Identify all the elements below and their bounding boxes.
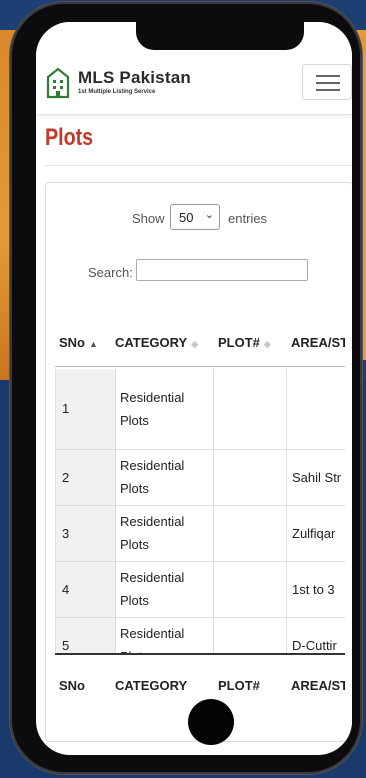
sort-arrows-icon: ◆ — [263, 339, 271, 349]
column-label: AREA/ST — [291, 335, 345, 350]
cell-sno: 4 — [55, 562, 116, 617]
cell-sno: 5 — [55, 618, 116, 654]
column-footer-plot: PLOT# — [218, 678, 260, 693]
column-header-sno[interactable]: SNo ▲ — [59, 335, 98, 350]
column-footer-area: AREA/ST — [291, 678, 345, 693]
entries-select[interactable]: 50 ⌄ — [170, 204, 220, 230]
page-title: Plots — [45, 124, 94, 151]
data-table: SNo ▲ CATEGORY ◆ PLOT# ◆ AREA/ST 1 Resident… — [55, 306, 345, 706]
search-control: Search: — [88, 259, 308, 281]
search-input[interactable] — [136, 259, 308, 281]
footer-divider — [55, 653, 345, 655]
column-header-area[interactable]: AREA/ST — [291, 335, 345, 350]
cell-area: Sahil Str — [292, 470, 342, 485]
cell-sno: 2 — [55, 450, 116, 505]
cell-sno: 1 — [55, 369, 116, 449]
show-label: Show — [132, 211, 165, 226]
table-row[interactable]: 3 Residential Plots Zulfiqar — [55, 506, 345, 562]
cell-plot — [213, 506, 287, 561]
cell-sno: 3 — [55, 506, 116, 561]
phone-frame: MLS Pakistan 1st Multiple Listing Servic… — [10, 2, 362, 774]
cell-category: Residential Plots — [114, 506, 214, 561]
home-button[interactable] — [188, 699, 234, 745]
cell-plot — [213, 618, 287, 654]
cell-category: Residential Plots — [114, 618, 214, 654]
search-label: Search: — [88, 265, 133, 280]
table-row[interactable]: 1 Residential Plots — [55, 369, 345, 450]
column-footer-sno: SNo — [59, 678, 85, 693]
cell-category: Residential Plots — [114, 450, 214, 505]
table-row[interactable]: 5 Residential Plots D-Cuttir — [55, 618, 345, 654]
column-header-category[interactable]: CATEGORY ◆ — [115, 335, 198, 350]
cell-category: Residential Plots — [114, 369, 214, 449]
table-row[interactable]: 2 Residential Plots Sahil Str — [55, 450, 345, 506]
cell-area: D-Cuttir — [292, 638, 337, 653]
sort-arrows-icon: ▲ — [89, 339, 98, 349]
sort-arrows-icon: ◆ — [191, 339, 199, 349]
column-label: CATEGORY — [115, 335, 188, 350]
hamburger-menu-icon[interactable] — [302, 64, 352, 100]
cell-area: Zulfiqar — [292, 526, 336, 541]
cell-plot — [213, 369, 287, 449]
divider — [45, 165, 351, 166]
column-label: PLOT# — [218, 335, 260, 350]
cell-area: 1st to 3 — [292, 582, 335, 597]
column-footer-category: CATEGORY — [115, 678, 188, 693]
chevron-down-icon: ⌄ — [204, 209, 214, 221]
column-header-plot[interactable]: PLOT# ◆ — [218, 335, 271, 350]
cell-category: Residential Plots — [114, 562, 214, 617]
phone-screen: MLS Pakistan 1st Multiple Listing Servic… — [36, 22, 352, 755]
cell-plot — [213, 562, 287, 617]
brand-tagline: 1st Multiple Listing Service — [78, 89, 156, 95]
entries-label: entries — [228, 211, 268, 226]
brand-name[interactable]: MLS Pakistan — [78, 68, 191, 88]
table-row[interactable]: 4 Residential Plots 1st to 3 — [55, 562, 345, 618]
cell-plot — [213, 450, 287, 505]
column-label: SNo — [59, 335, 85, 350]
phone-notch — [136, 22, 304, 50]
entries-value: 50 — [179, 210, 194, 225]
cell-area — [286, 369, 345, 449]
building-icon[interactable] — [46, 67, 70, 99]
header-divider — [55, 366, 345, 367]
